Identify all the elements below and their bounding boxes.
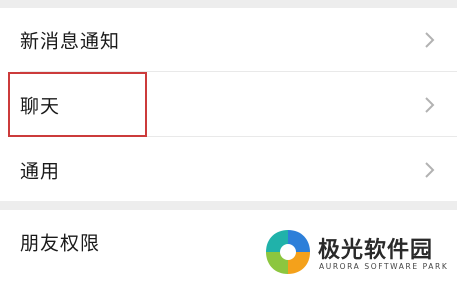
chevron-right-icon — [425, 97, 435, 113]
watermark-title: 极光软件园 — [318, 238, 434, 263]
settings-item-label: 通用 — [20, 160, 61, 183]
settings-item-label: 新消息通知 — [20, 30, 121, 53]
top-separator — [0, 0, 457, 8]
highlight-annotation — [8, 72, 147, 137]
settings-item-new-message-notification[interactable]: 新消息通知 — [0, 8, 457, 72]
watermark: 极光软件园 AURORA SOFTWARE PARK — [262, 226, 457, 281]
settings-item-general[interactable]: 通用 — [0, 138, 457, 202]
aurora-logo-icon — [266, 230, 310, 274]
watermark-subtitle: AURORA SOFTWARE PARK — [319, 262, 449, 271]
chevron-right-icon — [425, 32, 435, 48]
chevron-right-icon — [425, 162, 435, 178]
settings-item-label: 朋友权限 — [20, 232, 101, 255]
